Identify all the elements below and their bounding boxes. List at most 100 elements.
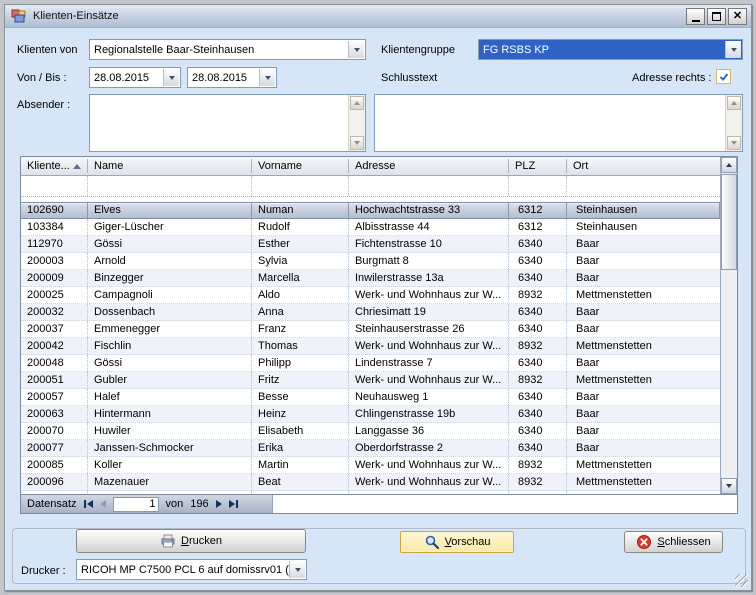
table-row[interactable]: 200112 Nuber Eugen Oberdorfstrasse 1 634… (21, 491, 720, 494)
cell-klienten-nr: 200037 (21, 321, 88, 337)
column-header-klienten-nr[interactable]: Kliente... (21, 157, 88, 175)
adresse-rechts-checkbox[interactable] (716, 69, 731, 84)
filter-cell[interactable] (252, 176, 349, 196)
dropdown-button[interactable] (163, 69, 179, 86)
cell-name: Dossenbach (88, 304, 252, 320)
cell-adresse: Chriesimatt 19 (349, 304, 509, 320)
table-row[interactable]: 200048 Gössi Philipp Lindenstrasse 7 634… (21, 355, 720, 372)
table-row[interactable]: 112970 Gössi Esther Fichtenstrasse 10 63… (21, 236, 720, 253)
table-row[interactable]: 103384 Giger-Lüscher Rudolf Albisstrasse… (21, 219, 720, 236)
chevron-down-icon (731, 48, 737, 52)
column-header-vorname[interactable]: Vorname (252, 157, 349, 175)
next-record-button[interactable] (216, 500, 222, 508)
column-header-plz[interactable]: PLZ (509, 157, 567, 175)
scroll-down-icon[interactable] (727, 136, 741, 150)
scrollbar[interactable] (725, 95, 742, 151)
cell-adresse: Werk- und Wohnhaus zur W... (349, 287, 509, 303)
table-row[interactable]: 200037 Emmenegger Franz Steinhauserstras… (21, 321, 720, 338)
table-row[interactable]: 200057 Halef Besse Neuhausweg 1 6340 Baa… (21, 389, 720, 406)
close-button[interactable]: ✕ (728, 8, 747, 25)
klienten-von-combo[interactable]: Regionalstelle Baar-Steinhausen (89, 39, 366, 60)
table-row[interactable]: 200032 Dossenbach Anna Chriesimatt 19 63… (21, 304, 720, 321)
schlusstext-textarea[interactable] (374, 94, 743, 152)
cell-adresse: Oberdorfstrasse 2 (349, 440, 509, 456)
cell-plz: 6312 (509, 219, 567, 235)
scroll-up-icon[interactable] (350, 96, 364, 110)
cell-vorname: Aldo (252, 287, 349, 303)
table-row[interactable]: 200063 Hintermann Heinz Chlingenstrasse … (21, 406, 720, 423)
title-bar[interactable]: Klienten-Einsätze ✕ (5, 5, 751, 28)
scrollbar-thumb[interactable] (721, 174, 737, 270)
table-row[interactable]: 200077 Janssen-Schmocker Erika Oberdorfs… (21, 440, 720, 457)
scrollbar[interactable] (348, 95, 365, 151)
first-record-button[interactable] (84, 500, 93, 508)
column-header-name[interactable]: Name (88, 157, 252, 175)
cell-name: Mazenauer (88, 474, 252, 490)
schliessen-button-label: Schliessen (657, 536, 710, 548)
cell-ort: Baar (567, 440, 720, 456)
dropdown-button[interactable] (348, 41, 364, 58)
cell-name: Fischlin (88, 338, 252, 354)
last-record-button[interactable] (229, 500, 238, 508)
cell-vorname: Besse (252, 389, 349, 405)
cell-ort: Baar (567, 423, 720, 439)
filter-cell[interactable] (509, 176, 567, 196)
cell-ort: Baar (567, 406, 720, 422)
minimize-button[interactable] (686, 8, 705, 25)
cell-plz: 8932 (509, 457, 567, 473)
vorschau-button[interactable]: Vorschau (400, 531, 514, 553)
table-row[interactable]: 200042 Fischlin Thomas Werk- und Wohnhau… (21, 338, 720, 355)
scroll-up-icon[interactable] (721, 157, 737, 173)
date-from-picker[interactable]: 28.08.2015 (89, 67, 181, 88)
cell-klienten-nr: 102690 (21, 203, 88, 218)
table-row[interactable]: 200085 Koller Martin Werk- und Wohnhaus … (21, 457, 720, 474)
cell-adresse: Albisstrasse 44 (349, 219, 509, 235)
table-row[interactable]: 200009 Binzegger Marcella Inwilerstrasse… (21, 270, 720, 287)
grid-vertical-scrollbar[interactable] (720, 157, 737, 494)
drucken-button[interactable]: Drucken (76, 529, 306, 553)
record-position-input[interactable] (113, 497, 159, 512)
magnifier-icon (424, 534, 440, 550)
schliessen-button[interactable]: Schliessen (624, 531, 723, 553)
cell-ort: Mettmenstetten (567, 372, 720, 388)
scroll-up-icon[interactable] (727, 96, 741, 110)
filter-cell[interactable] (21, 176, 88, 196)
cell-vorname: Thomas (252, 338, 349, 354)
cell-plz: 6312 (509, 203, 567, 218)
sort-ascending-icon (73, 164, 81, 169)
table-row[interactable]: 200051 Gubler Fritz Werk- und Wohnhaus z… (21, 372, 720, 389)
drucken-button-label: Drucken (181, 535, 222, 547)
table-row[interactable]: 200070 Huwiler Elisabeth Langgasse 36 63… (21, 423, 720, 440)
cell-plz: 6340 (509, 440, 567, 456)
drucker-combo[interactable]: RICOH MP C7500 PCL 6 auf domissrv01 (um (76, 559, 307, 580)
printer-icon (160, 533, 176, 549)
filter-cell[interactable] (88, 176, 252, 196)
cell-plz: 8932 (509, 474, 567, 490)
cell-vorname: Beat (252, 474, 349, 490)
table-row[interactable]: 200003 Arnold Sylvia Burgmatt 8 6340 Baa… (21, 253, 720, 270)
scroll-down-icon[interactable] (350, 136, 364, 150)
column-header-ort[interactable]: Ort (567, 157, 720, 175)
cell-vorname: Esther (252, 236, 349, 252)
resize-grip[interactable] (735, 574, 748, 587)
table-row[interactable]: 102690 Elves Numan Hochwachtstrasse 33 6… (21, 202, 720, 219)
cell-ort: Baar (567, 304, 720, 320)
dropdown-button[interactable] (725, 41, 741, 58)
klienten-von-label: Klienten von (17, 44, 78, 56)
klientengruppe-combo[interactable]: FG RSBS KP (478, 39, 743, 60)
column-header-adresse[interactable]: Adresse (349, 157, 509, 175)
date-to-picker[interactable]: 28.08.2015 (187, 67, 277, 88)
cell-ort: Baar (567, 321, 720, 337)
dropdown-button[interactable] (289, 561, 305, 578)
dropdown-button[interactable] (259, 69, 275, 86)
cell-name: Elves (88, 203, 252, 218)
previous-record-button[interactable] (100, 500, 106, 508)
table-row[interactable]: 200025 Campagnoli Aldo Werk- und Wohnhau… (21, 287, 720, 304)
filter-cell[interactable] (567, 176, 720, 196)
absender-textarea[interactable] (89, 94, 366, 152)
scroll-down-icon[interactable] (721, 478, 737, 494)
cell-klienten-nr: 200003 (21, 253, 88, 269)
filter-cell[interactable] (349, 176, 509, 196)
table-row[interactable]: 200096 Mazenauer Beat Werk- und Wohnhaus… (21, 474, 720, 491)
maximize-button[interactable] (707, 8, 726, 25)
